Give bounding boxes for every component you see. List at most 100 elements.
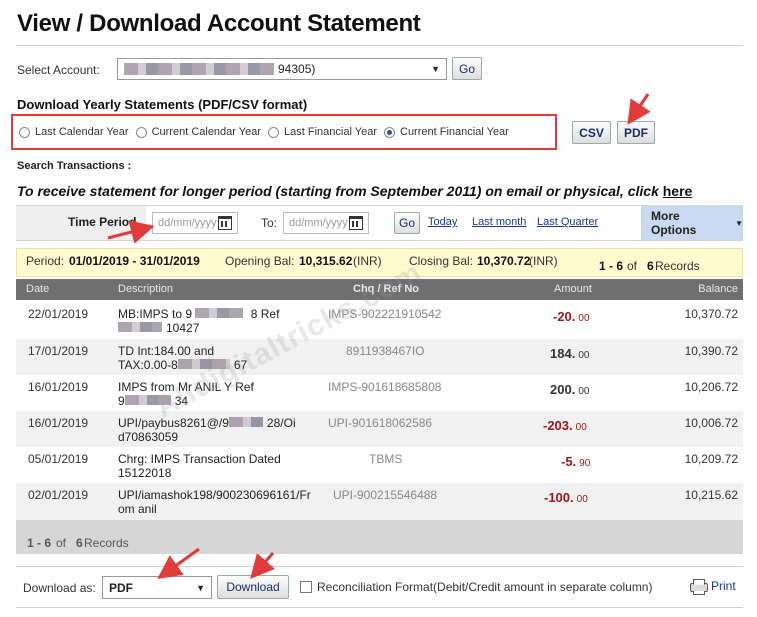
print-link[interactable]: Print bbox=[690, 579, 736, 593]
last-month-link[interactable]: Last month bbox=[472, 216, 526, 228]
radio-button[interactable] bbox=[268, 126, 280, 138]
row-balance: 10,209.72 bbox=[684, 452, 738, 466]
title-divider bbox=[16, 45, 743, 46]
table-footer: 1 - 6 of 6 Records bbox=[16, 520, 743, 554]
download-divider-top bbox=[16, 566, 743, 567]
yearly-options-highlight: Last Calendar Year Current Calendar Year… bbox=[11, 114, 557, 150]
caret-down-icon: ▼ bbox=[735, 218, 743, 228]
table-row[interactable]: 17/01/2019 TD Int:184.00 and TAX:0.00-8 67… bbox=[16, 339, 743, 375]
closing-balance-label: Closing Bal: bbox=[409, 254, 474, 268]
row-ref: UPI-900215546488 bbox=[333, 488, 438, 502]
radio-button-selected[interactable] bbox=[384, 126, 395, 138]
table-row[interactable]: 02/01/2019 UPI/iamashok198/900230696161/… bbox=[16, 483, 743, 520]
row-date: 05/01/2019 bbox=[28, 452, 89, 466]
row-date: 16/01/2019 bbox=[28, 380, 89, 394]
time-period-label: Time Period bbox=[68, 215, 137, 229]
row-ref: TBMS bbox=[369, 452, 403, 466]
row-amount: 200. 00 bbox=[550, 382, 590, 397]
from-date-input[interactable]: dd/mm/yyyy bbox=[152, 212, 238, 234]
yearly-radio-group: Last Calendar Year Current Calendar Year… bbox=[13, 116, 555, 148]
row-amount: -5. 90 bbox=[561, 454, 591, 469]
calendar-icon[interactable] bbox=[218, 216, 232, 230]
col-balance: Balance bbox=[698, 283, 738, 295]
row-ref: 8911938467IO bbox=[346, 344, 425, 358]
arrow-to-pdf bbox=[627, 93, 651, 125]
download-button[interactable]: Download bbox=[217, 575, 289, 599]
reconciliation-checkbox[interactable] bbox=[300, 581, 312, 593]
footer-of-label: of bbox=[56, 536, 67, 550]
closing-balance-unit: (INR) bbox=[529, 254, 558, 268]
col-amount: Amount bbox=[554, 283, 592, 295]
last-quarter-link[interactable]: Last Quarter bbox=[537, 216, 598, 228]
yearly-statements-heading: Download Yearly Statements (PDF/CSV form… bbox=[17, 97, 308, 112]
download-as-label: Download as: bbox=[23, 581, 96, 595]
row-amount: 184. 00 bbox=[550, 346, 590, 361]
row-amount: -203. 00 bbox=[543, 418, 587, 433]
row-date: 02/01/2019 bbox=[28, 488, 89, 502]
opening-balance-label: Opening Bal: bbox=[225, 254, 295, 268]
table-row[interactable]: 16/01/2019 IMPS from Mr ANIL Y Ref 9 34 IM… bbox=[16, 375, 743, 411]
page-title: View / Download Account Statement bbox=[17, 10, 421, 37]
table-row[interactable]: 16/01/2019 UPI/paybus8261@/9 28/Oi d708630… bbox=[16, 411, 743, 447]
reconciliation-label: Reconciliation Format(Debit/Credit amoun… bbox=[317, 580, 653, 594]
radio-current-financial-year[interactable]: Current Financial Year bbox=[384, 126, 509, 138]
radio-button[interactable] bbox=[19, 126, 30, 138]
col-date: Date bbox=[26, 283, 50, 295]
long-period-promo: To receive statement for longer period (… bbox=[17, 183, 693, 199]
closing-balance-value: 10,370.72 bbox=[477, 254, 531, 268]
chevron-down-icon: ▼ bbox=[431, 64, 440, 74]
row-description: Chrg: IMPS Transaction Dated 15122018 bbox=[118, 452, 281, 480]
record-of-label: of bbox=[627, 259, 638, 273]
chevron-down-icon: ▼ bbox=[196, 582, 205, 593]
filter-bar: Time Period dd/mm/yyyy To: dd/mm/yyyy Go… bbox=[16, 205, 743, 241]
today-link[interactable]: Today bbox=[428, 216, 457, 228]
download-divider-bottom bbox=[16, 607, 743, 608]
table-row[interactable]: 05/01/2019 Chrg: IMPS Transaction Dated 1… bbox=[16, 447, 743, 483]
record-range: 1 - 6 bbox=[599, 259, 624, 273]
download-format-select[interactable]: PDF ▼ bbox=[102, 576, 212, 599]
row-ref: IMPS-901618685808 bbox=[328, 380, 442, 394]
row-ref: UPI-901618062586 bbox=[328, 416, 433, 430]
records-label: Records bbox=[655, 259, 700, 273]
row-date: 17/01/2019 bbox=[28, 344, 89, 358]
opening-balance-unit: (INR) bbox=[353, 254, 382, 268]
row-date: 22/01/2019 bbox=[28, 307, 89, 321]
row-balance: 10,206.72 bbox=[684, 380, 738, 394]
row-description: UPI/paybus8261@/9 28/Oi d70863059 bbox=[118, 416, 296, 444]
radio-button[interactable] bbox=[135, 126, 147, 138]
csv-button[interactable]: CSV bbox=[572, 121, 611, 144]
to-label: To: bbox=[261, 216, 278, 230]
more-options-button[interactable]: More Options ▼ bbox=[641, 206, 743, 240]
masked-text bbox=[118, 322, 162, 332]
footer-record-total: 6 bbox=[76, 536, 83, 550]
row-balance: 10,006.72 bbox=[684, 416, 738, 430]
row-balance: 10,370.72 bbox=[684, 307, 738, 321]
select-account-label: Select Account: bbox=[17, 63, 100, 77]
filter-go-button[interactable]: Go bbox=[394, 212, 420, 234]
record-total: 6 bbox=[647, 259, 654, 273]
row-description: UPI/iamashok198/900230696161/Fr om anil bbox=[118, 488, 311, 516]
calendar-icon[interactable] bbox=[349, 216, 363, 230]
col-description: Description bbox=[118, 283, 174, 295]
opening-balance-value: 10,315.62 bbox=[299, 254, 353, 268]
account-go-button[interactable]: Go bbox=[452, 57, 482, 80]
account-select[interactable]: 94305) ▼ bbox=[117, 58, 447, 80]
search-transactions-heading: Search Transactions : bbox=[17, 160, 132, 172]
row-balance: 10,215.62 bbox=[684, 488, 738, 502]
row-amount: -100. 00 bbox=[544, 490, 588, 505]
account-select-value: 94305) bbox=[278, 62, 316, 76]
pdf-button[interactable]: PDF bbox=[617, 121, 655, 144]
to-date-input[interactable]: dd/mm/yyyy bbox=[283, 212, 369, 234]
masked-text bbox=[195, 308, 244, 318]
period-value: 01/01/2019 - 31/01/2019 bbox=[69, 254, 200, 268]
masked-text bbox=[228, 417, 263, 427]
printer-icon bbox=[690, 579, 708, 593]
row-amount: -20. 00 bbox=[553, 309, 590, 324]
radio-current-calendar-year[interactable]: Current Calendar Year bbox=[135, 126, 261, 138]
footer-record-range: 1 - 6 bbox=[27, 536, 52, 550]
masked-account-number bbox=[124, 63, 274, 75]
radio-last-financial-year[interactable]: Last Financial Year bbox=[268, 126, 377, 138]
here-link[interactable]: here bbox=[663, 183, 693, 199]
row-date: 16/01/2019 bbox=[28, 416, 89, 430]
radio-last-calendar-year[interactable]: Last Calendar Year bbox=[19, 126, 129, 138]
